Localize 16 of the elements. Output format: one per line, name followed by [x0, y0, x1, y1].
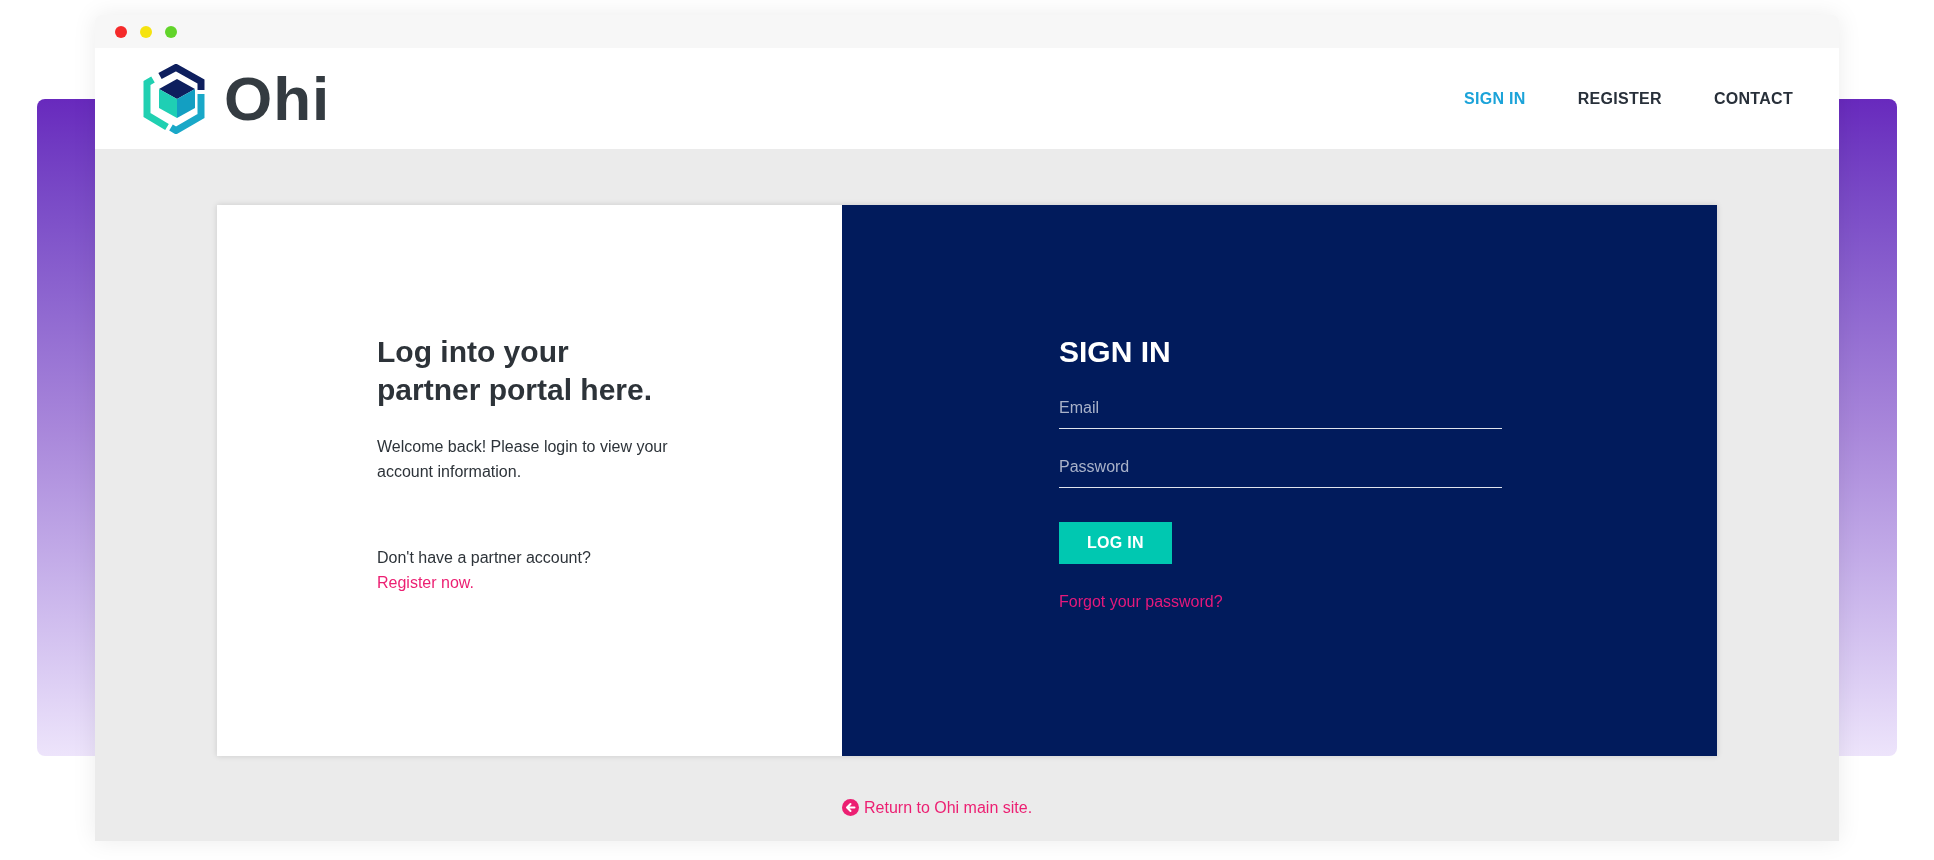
email-field[interactable]: Email — [1059, 392, 1502, 429]
sign-in-heading: SIGN IN — [1059, 334, 1171, 370]
intro-heading: Log into your partner portal here. — [377, 334, 654, 408]
welcome-text: Welcome back! Please login to view your account information. — [377, 437, 669, 482]
register-prompt: Don't have a partner account? — [377, 548, 591, 568]
nav-link[interactable]: CONTACT — [1713, 86, 1793, 111]
hexagon-cube-logo-icon — [143, 63, 206, 134]
forgot-password-link[interactable]: Forgot your password? — [1059, 589, 1223, 614]
nav-link[interactable]: REGISTER — [1577, 86, 1662, 111]
nav-link[interactable]: SIGN IN — [1464, 86, 1526, 111]
arrow-left-circle-icon — [842, 799, 859, 816]
password-field[interactable]: Password — [1059, 451, 1502, 488]
register-link[interactable]: Register now. — [377, 570, 474, 595]
log-in-button[interactable]: LOG IN — [1059, 522, 1172, 564]
return-link[interactable]: Return to Ohi main site. — [842, 795, 1033, 820]
logo-wordmark: Ohi — [224, 67, 331, 130]
